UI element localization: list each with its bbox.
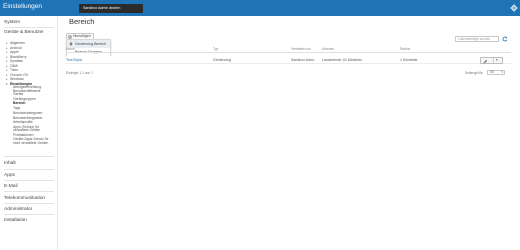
chevron-down-icon[interactable]: ▾ xyxy=(496,58,498,63)
tree-item-windows[interactable]: ▸ Windows xyxy=(6,77,24,81)
location-pin-icon xyxy=(69,42,73,46)
sidebar-section-inhalt[interactable]: Inhalt xyxy=(4,161,16,166)
column-header-name[interactable]: Name xyxy=(66,47,75,51)
tree-item-symbian[interactable]: ▸ Symbian xyxy=(6,59,23,63)
page-size-label: Seitengröße xyxy=(465,71,483,75)
divider xyxy=(4,27,54,28)
row-name-link[interactable]: TechTopia xyxy=(66,58,82,62)
toast-notification[interactable]: Sandbox Admin ändern xyxy=(79,3,143,13)
row-radius: 1 Kilometer xyxy=(400,58,418,62)
column-header-managed-by[interactable]: Verwaltet von xyxy=(291,47,311,51)
tree-item-blackberry[interactable]: ▸ BlackBerry xyxy=(6,55,26,59)
divider xyxy=(4,168,54,170)
gear-icon[interactable] xyxy=(510,4,518,12)
search-input[interactable]: Listeneinträge suchen xyxy=(455,36,499,42)
row-address: Landwehrstr. 61 München xyxy=(322,58,363,62)
sidebar-section-system[interactable]: System xyxy=(4,20,20,25)
divider xyxy=(4,180,54,181)
pagination-info: Einträge 1-1 von 1 xyxy=(66,71,93,75)
tree-item-android[interactable]: ▸ Android xyxy=(6,46,22,50)
sub-item-nicht-verwaltete: nicht verwaltete Geräte xyxy=(13,140,48,145)
sidebar-section-installation[interactable]: Installation xyxy=(4,218,27,223)
column-header-type[interactable]: Typ xyxy=(213,47,218,51)
divider xyxy=(4,191,54,192)
table-header: Name Typ Verwaltet von Adresse Radius xyxy=(66,47,511,53)
row-edit-button[interactable]: ▾ xyxy=(480,57,503,64)
app-title: Einstellungen xyxy=(3,3,43,10)
pencil-icon xyxy=(483,59,488,64)
tree-item-oma[interactable]: ▸ OMA xyxy=(6,64,18,68)
refresh-icon[interactable] xyxy=(502,36,508,42)
sidebar-section-email[interactable]: E-Mail xyxy=(4,184,18,189)
sidebar-section-apps[interactable]: Apps xyxy=(4,173,15,178)
row-type: Geofencing xyxy=(213,58,231,62)
top-bar: Einstellungen Sandbox Admin ändern xyxy=(0,0,520,16)
row-managed-by: Sandbox Admi... xyxy=(291,58,317,62)
tree-item-apple[interactable]: ▸ Apple xyxy=(6,50,19,54)
sidebar-section-devices-users[interactable]: Geräte & Benutzer xyxy=(4,30,44,35)
page-size-select[interactable]: 20 ▾ xyxy=(487,70,505,75)
sidebar-section-administrator[interactable]: Administrator xyxy=(4,207,32,212)
column-header-address[interactable]: Adresse xyxy=(322,47,334,51)
sidebar-section-telekommunikation[interactable]: Telekommunikation xyxy=(4,196,45,201)
sidebar: System Geräte & Benutzer ▸ Allgemein ▸ And… xyxy=(0,16,58,250)
divider xyxy=(4,203,54,204)
tree-item-allgemein[interactable]: ▸ Allgemein xyxy=(6,41,25,45)
tree-item-chrome-os[interactable]: ▸ Chrome OS xyxy=(6,73,28,77)
divider xyxy=(4,156,54,157)
page-title: Bereich xyxy=(69,17,95,26)
column-header-radius[interactable]: Radius xyxy=(400,47,410,51)
divider xyxy=(4,214,54,215)
tree-item-tizen[interactable]: ▸ Tizen xyxy=(6,68,18,72)
divider xyxy=(493,58,494,63)
chevron-down-icon: ▾ xyxy=(501,70,503,74)
table-row[interactable]: TechTopia Geofencing Sandbox Admi... Lan… xyxy=(66,56,511,64)
